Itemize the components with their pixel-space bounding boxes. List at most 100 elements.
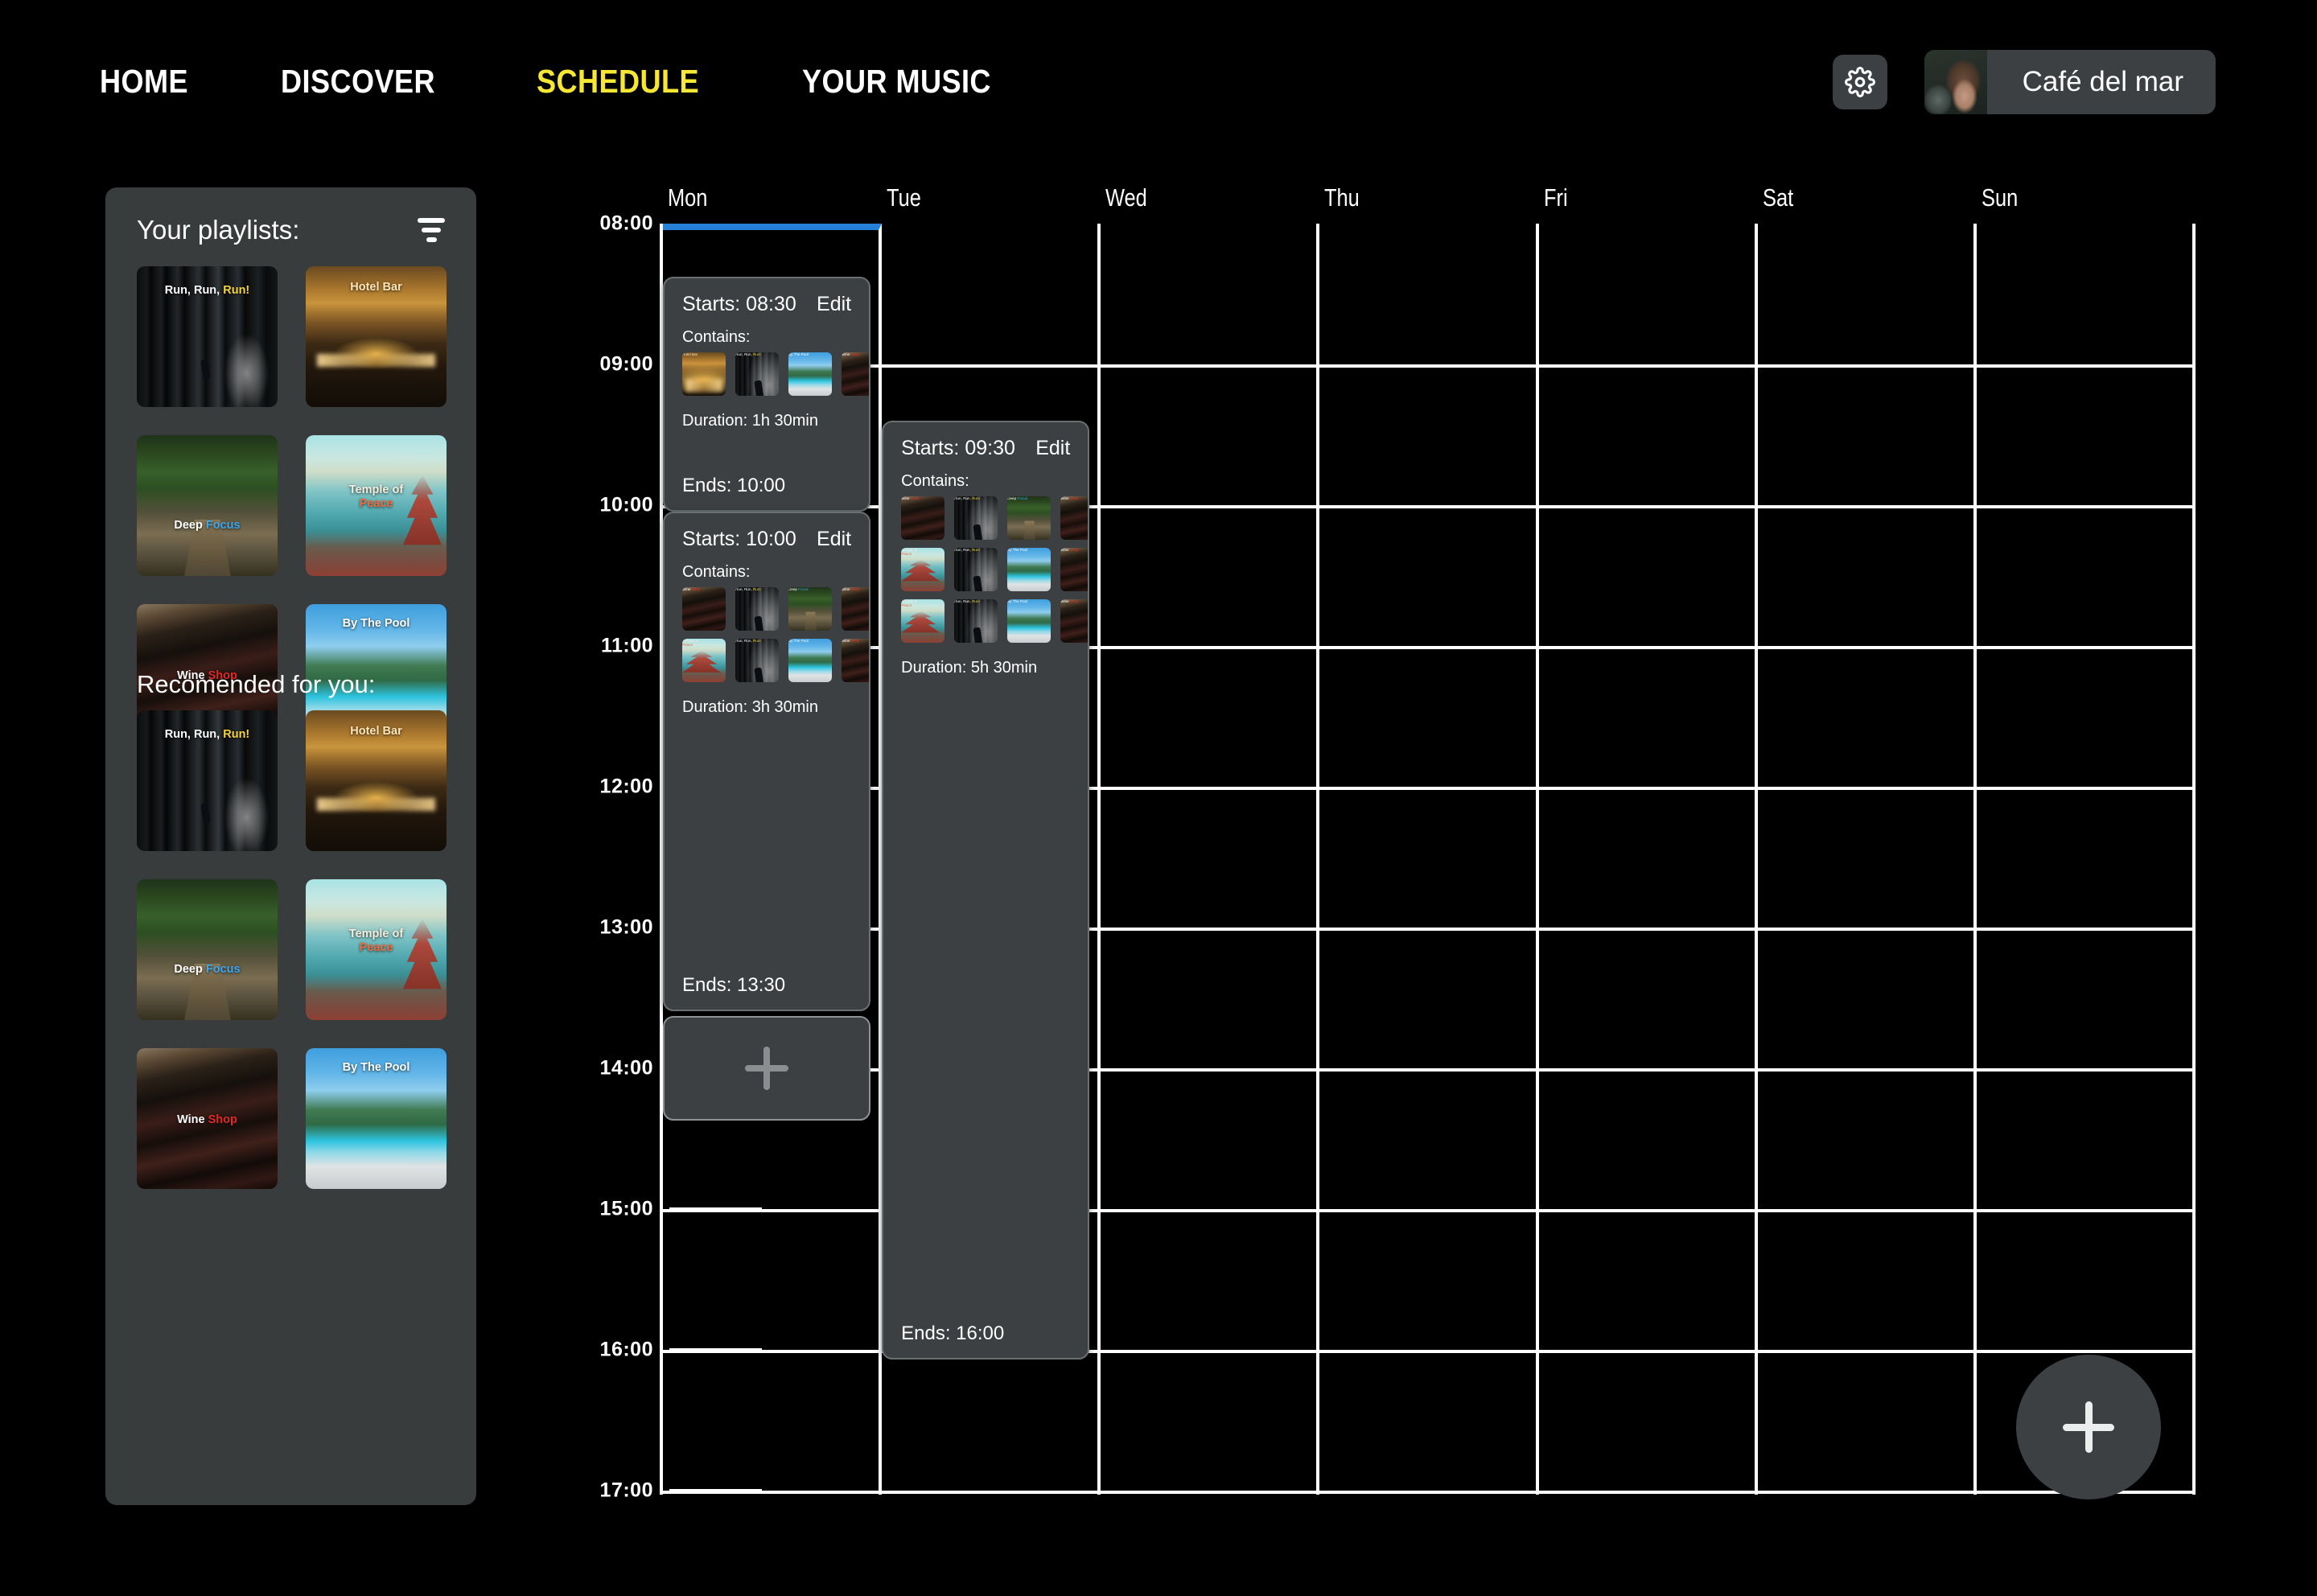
time-label: 12:00 [599,775,653,798]
track-thumbnail[interactable]: Wine Shop [682,587,726,631]
playlist-card-title: Deep Focus [174,518,241,532]
time-label: 13:00 [599,915,653,939]
track-thumbnail[interactable]: By The Pool [1007,547,1051,591]
day-header-fri[interactable]: Fri [1544,183,1568,212]
track-thumbnail-title: Run, Run, Run! [954,598,980,603]
track-thumbnail[interactable]: By The Pool [788,639,832,682]
day-header-sun[interactable]: Sun [1982,183,2018,212]
event-header: Starts: 10:00 Edit [682,528,851,551]
track-thumbnail-title: Hotel Bar [682,352,698,356]
time-label: 15:00 [599,1197,653,1220]
track-thumbnail-title: Wine Shop [1060,496,1079,500]
day-header-row: Mon Tue Wed Thu Fri Sat Sun [660,183,2192,220]
track-thumbnail-title: Wine Shop [901,496,920,500]
track-thumbnail-title: By The Pool [1007,598,1028,603]
add-event-fab[interactable] [2016,1355,2161,1499]
event-end-time: Ends: 10:00 [682,475,786,496]
playlist-card-title: Deep Focus [174,962,241,976]
day-column-thu[interactable] [1319,224,1539,1495]
schedule-event-card[interactable]: Starts: 10:00 Edit Contains: Wine Shop Run, … [663,512,871,1011]
track-thumbnail-title: Wine Shop [842,352,860,356]
event-header: Starts: 09:30 Edit [901,437,1070,460]
track-thumbnail[interactable]: Run, Run, Run! [735,352,779,396]
track-thumbnail[interactable]: Run, Run, Run! [954,598,998,643]
event-duration: Duration: 3h 30min [682,698,818,716]
event-end-time: Ends: 13:30 [682,973,786,996]
event-edit-button[interactable]: Edit [817,528,851,551]
track-thumbnail-title: Run, Run, Run! [954,496,980,500]
event-start-time: Starts: 10:00 [682,528,796,550]
day-column-sun[interactable] [1977,224,2196,1495]
track-thumbnail[interactable]: Temple of Peace [901,598,945,643]
event-end-time: Ends: 16:00 [901,1322,1005,1344]
event-edit-button[interactable]: Edit [1035,437,1070,460]
track-thumbnail[interactable]: Deep Focus [1007,496,1051,540]
hour-gridline [663,1491,2196,1494]
event-contains-label: Contains: [682,327,751,346]
time-axis: 08:00 09:00 10:00 11:00 12:00 13:00 14:00 15:00… [541,212,762,1502]
playlist-card-title: Temple of Peace [348,928,404,955]
time-label: 09:00 [599,352,653,376]
playlist-card-title: Temple of Peace [348,483,404,511]
track-thumbnail[interactable]: Wine Shop [901,496,945,540]
time-label: 16:00 [599,1338,653,1361]
track-thumbnail[interactable]: Wine Shop [1060,598,1089,643]
event-duration: Duration: 1h 30min [682,411,818,430]
day-header-tue[interactable]: Tue [887,183,921,212]
track-thumbnail-title: Deep Focus [1007,496,1027,500]
day-column-wed[interactable] [1101,224,1320,1495]
track-thumbnail[interactable]: Wine Shop [1060,496,1089,540]
track-thumbnail-title: Wine Shop [1060,598,1079,603]
track-thumbnail[interactable]: Run, Run, Run! [954,496,998,540]
track-thumbnail-title: Temple of Peace [901,598,918,607]
hour-gridline [663,364,2196,368]
track-thumbnail-title: Run, Run, Run! [954,547,980,552]
track-thumbnail-title: Run, Run, Run! [735,587,761,591]
track-thumbnail[interactable]: Wine Shop [842,639,870,682]
track-thumbnail[interactable]: Temple of Peace [682,639,726,682]
track-thumbnail-title: Run, Run, Run! [735,352,761,356]
schedule-event-card[interactable]: Starts: 08:30 Edit Contains: Hotel Bar Run, … [663,276,871,512]
track-thumbnail[interactable]: Temple of Peace [901,547,945,591]
time-label: 08:00 [599,212,653,235]
track-thumbnail-title: Wine Shop [1060,547,1079,552]
time-label: 11:00 [600,634,653,657]
event-contains-label: Contains: [901,471,969,490]
track-thumbnail-title: Wine Shop [842,639,860,643]
track-thumbnail[interactable]: Run, Run, Run! [954,547,998,591]
schedule-event-card[interactable]: Starts: 09:30 Edit Contains: Wine Shop Run, … [882,420,1090,1359]
event-duration: Duration: 5h 30min [901,658,1038,677]
schedule-view: 08:00 09:00 10:00 11:00 12:00 13:00 14:00 15:00… [0,0,2317,1596]
day-header-wed[interactable]: Wed [1105,183,1147,212]
event-track-thumbnails: Wine Shop Run, Run, Run! Deep Focus Wine Sh… [682,587,870,682]
track-thumbnail[interactable]: By The Pool [1007,598,1051,643]
time-label: 17:00 [599,1479,653,1502]
event-start-time: Starts: 09:30 [901,436,1015,459]
day-column-fri[interactable] [1539,224,1758,1495]
time-label: 14:00 [599,1056,653,1080]
track-thumbnail[interactable]: Wine Shop [842,352,870,396]
track-thumbnail[interactable]: Run, Run, Run! [735,587,779,631]
track-thumbnail-title: Wine Shop [682,587,701,591]
track-thumbnail-title: By The Pool [1007,547,1028,552]
event-edit-button[interactable]: Edit [817,293,851,316]
day-header-mon[interactable]: Mon [668,183,707,212]
track-thumbnail[interactable]: Wine Shop [1060,547,1089,591]
track-thumbnail-title: Wine Shop [842,587,860,591]
add-event-slot[interactable] [663,1015,871,1121]
track-thumbnail-title: Temple of Peace [682,639,698,647]
day-header-thu[interactable]: Thu [1324,183,1360,212]
track-thumbnail-title: Run, Run, Run! [735,639,761,643]
track-thumbnail[interactable]: Deep Focus [788,587,832,631]
event-track-thumbnails: Wine Shop Run, Run, Run! Deep Focus Wine Sh… [901,496,1089,643]
track-thumbnail-title: Deep Focus [788,587,809,591]
track-thumbnail[interactable]: Wine Shop [842,587,870,631]
track-thumbnail[interactable]: Hotel Bar [682,352,726,396]
event-contains-label: Contains: [682,563,751,581]
event-start-time: Starts: 08:30 [682,292,796,315]
track-thumbnail[interactable]: By The Pool [788,352,832,396]
track-thumbnail-title: Temple of Peace [901,547,918,556]
day-column-sat[interactable] [1758,224,1977,1495]
day-header-sat[interactable]: Sat [1763,183,1793,212]
track-thumbnail[interactable]: Run, Run, Run! [735,639,779,682]
